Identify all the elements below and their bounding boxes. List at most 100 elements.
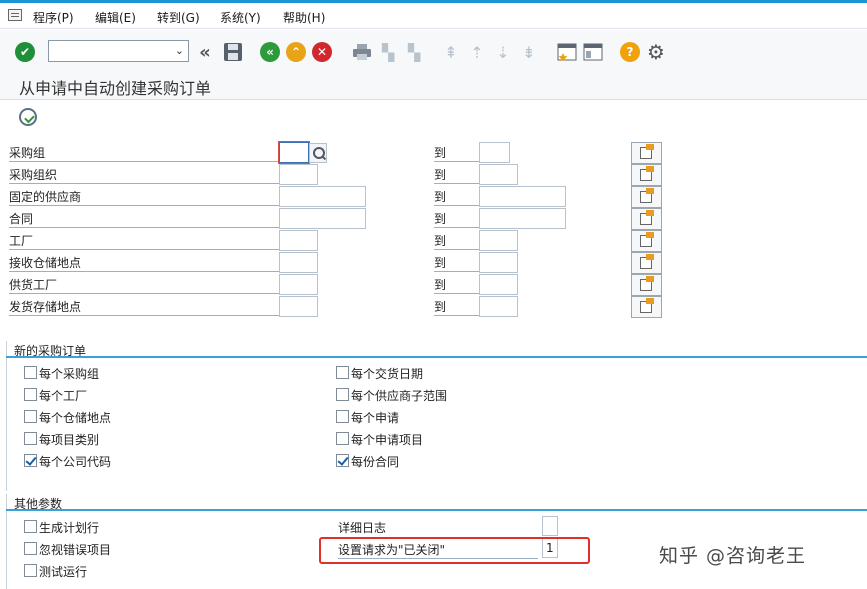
multiple-selection-button[interactable] (631, 142, 662, 164)
command-field[interactable]: ⌄ (48, 40, 189, 62)
checkbox-per-purch-group[interactable] (24, 366, 37, 379)
to-label: 到 (434, 298, 479, 316)
first-page-icon: ⇞ (444, 42, 458, 62)
plant-to-input[interactable] (479, 230, 518, 251)
multiple-selection-button[interactable] (631, 296, 662, 318)
checkbox-label: 每个仓储地点 (39, 411, 112, 425)
multiple-selection-button[interactable] (631, 230, 662, 252)
settings-button[interactable]: ⚙ (645, 40, 667, 64)
fixed-vendor-from-input[interactable] (279, 186, 366, 207)
row-label-plant: 工厂 (9, 232, 279, 250)
purchasing-group-to-input[interactable] (479, 142, 510, 163)
purchasing-org-from-input[interactable] (279, 164, 318, 185)
new-window-icon (557, 43, 577, 62)
to-label: 到 (434, 232, 479, 250)
multiple-selection-button[interactable] (631, 208, 662, 230)
back-button[interactable]: « (259, 41, 281, 63)
find-next-button[interactable]: ▚ (403, 41, 425, 63)
checkbox-per-company-code[interactable] (24, 454, 37, 467)
row-label-supplying-plant: 供货工厂 (9, 276, 279, 294)
receiving-storage-to-input[interactable] (479, 252, 518, 273)
row-label-fixed-vendor: 固定的供应商 (9, 188, 279, 206)
help-button[interactable]: ? (619, 41, 641, 63)
purchasing-group-from-input[interactable] (278, 141, 310, 164)
issuing-storage-from-input[interactable] (279, 296, 318, 317)
execute-icon[interactable] (19, 108, 37, 126)
multiple-selection-button[interactable] (631, 186, 662, 208)
to-label: 到 (434, 276, 479, 294)
plant-from-input[interactable] (279, 230, 318, 251)
next-page-icon: ⇣ (496, 42, 510, 62)
print-button[interactable] (351, 41, 373, 63)
checkbox-generate-schedule-lines[interactable] (24, 520, 37, 533)
search-help-icon[interactable] (309, 143, 327, 163)
receiving-storage-from-input[interactable] (279, 252, 318, 273)
enter-button[interactable]: ✔ (14, 41, 36, 63)
checkbox-test-run[interactable] (24, 564, 37, 577)
to-label: 到 (434, 210, 479, 228)
checkbox-per-vendor-subrange[interactable] (336, 388, 349, 401)
checkbox-per-contract[interactable] (336, 454, 349, 467)
checkbox-per-delivery-date[interactable] (336, 366, 349, 379)
checkbox-label: 每项目类别 (39, 433, 100, 447)
exit-button[interactable]: ⌃ (285, 41, 307, 63)
row-label-purchasing-group: 采购组 (9, 144, 279, 162)
checkbox-per-storage[interactable] (24, 410, 37, 423)
double-chevron-left-icon: « (199, 41, 211, 63)
binoculars-icon: ▚ (381, 42, 395, 62)
to-label: 到 (434, 254, 479, 272)
group-border (6, 341, 7, 491)
menu-system[interactable]: 系统(Y) (220, 9, 261, 26)
shortcut-button[interactable] (582, 41, 604, 63)
checkbox-per-requisition[interactable] (336, 410, 349, 423)
checkbox-per-requisition-item[interactable] (336, 432, 349, 445)
contract-from-input[interactable] (279, 208, 366, 229)
save-button[interactable] (222, 41, 244, 63)
checkbox-label: 每个申请项目 (351, 433, 424, 447)
exit-icon: ⌃ (286, 42, 306, 62)
find-button[interactable]: ▚ (377, 41, 399, 63)
group-divider (6, 356, 867, 358)
multiple-selection-icon (640, 276, 654, 291)
system-menu-icon[interactable] (8, 9, 22, 21)
previous-page-icon: ⇡ (470, 42, 484, 62)
checkbox-ignore-error-items[interactable] (24, 542, 37, 555)
menu-bar: 程序(P) 编辑(E) 转到(G) 系统(Y) 帮助(H) (0, 3, 867, 29)
back-icon: « (260, 42, 280, 62)
checkbox-label: 生成计划行 (39, 521, 100, 535)
row-label-issuing-storage: 发货存储地点 (9, 298, 279, 316)
supplying-plant-to-input[interactable] (479, 274, 518, 295)
menu-help[interactable]: 帮助(H) (283, 9, 325, 26)
multiple-selection-button[interactable] (631, 252, 662, 274)
multiple-selection-icon (640, 298, 654, 313)
checkbox-label: 每个申请 (351, 411, 400, 425)
next-page-button[interactable]: ⇣ (492, 41, 514, 63)
chevron-down-icon: ⌄ (174, 44, 184, 57)
watermark: 知乎 @咨询老王 (659, 545, 807, 567)
previous-page-button[interactable]: ⇡ (466, 41, 488, 63)
checkbox-per-plant[interactable] (24, 388, 37, 401)
last-page-button[interactable]: ⇟ (518, 41, 540, 63)
first-page-button[interactable]: ⇞ (440, 41, 462, 63)
checkbox-per-item-category[interactable] (24, 432, 37, 445)
multiple-selection-icon (640, 166, 654, 181)
cancel-button[interactable]: ✕ (311, 41, 333, 63)
menu-program[interactable]: 程序(P) (33, 9, 74, 26)
create-session-button[interactable] (556, 41, 578, 63)
menu-goto[interactable]: 转到(G) (157, 9, 200, 26)
purchasing-org-to-input[interactable] (479, 164, 518, 185)
checkmark-icon: ✔ (15, 42, 35, 62)
checkbox-label: 每个工厂 (39, 389, 88, 403)
contract-to-input[interactable] (479, 208, 566, 229)
multiple-selection-icon (640, 254, 654, 269)
detail-log-input[interactable] (542, 516, 558, 536)
multiple-selection-button[interactable] (631, 164, 662, 186)
menu-edit[interactable]: 编辑(E) (95, 9, 136, 26)
last-page-icon: ⇟ (522, 42, 536, 62)
multiple-selection-button[interactable] (631, 274, 662, 296)
issuing-storage-to-input[interactable] (479, 296, 518, 317)
fixed-vendor-to-input[interactable] (479, 186, 566, 207)
supplying-plant-from-input[interactable] (279, 274, 318, 295)
red-highlight-box (319, 537, 590, 564)
collapse-toolbar-button[interactable]: « (194, 41, 216, 63)
